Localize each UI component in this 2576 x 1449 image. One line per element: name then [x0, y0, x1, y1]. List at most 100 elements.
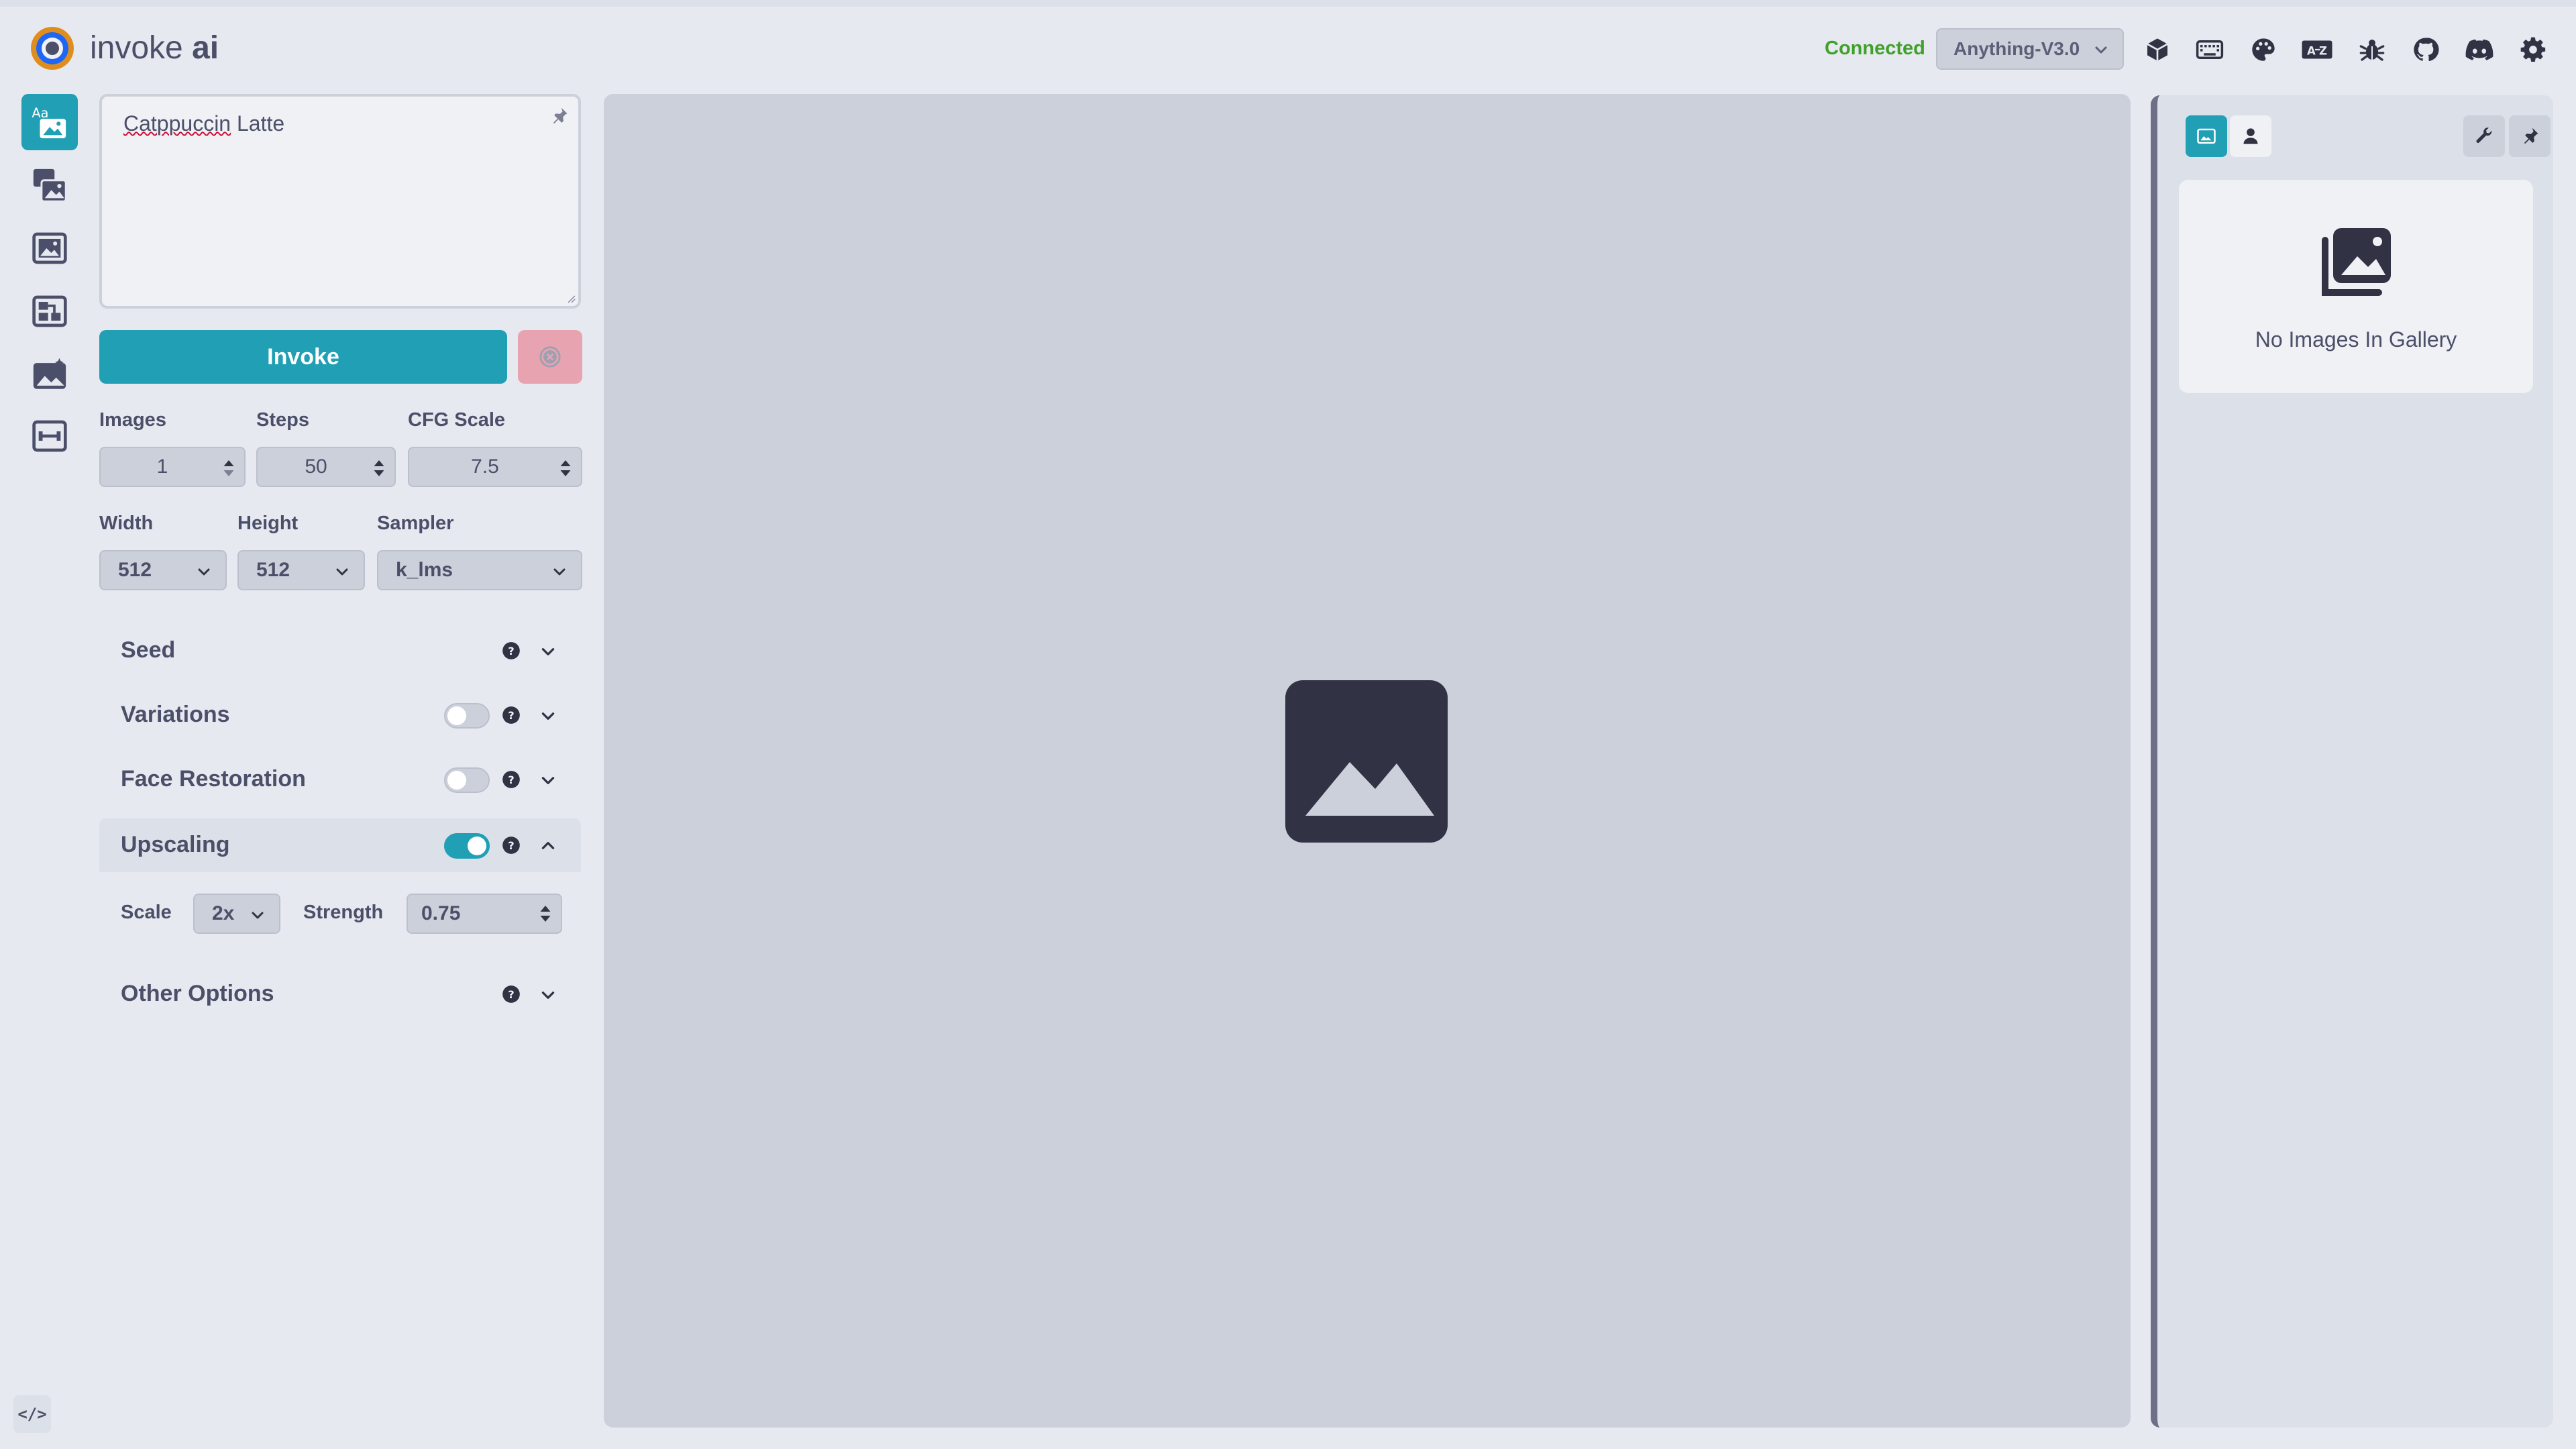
- model-select-value: Anything-V3.0: [1953, 38, 2080, 59]
- strength-value: 0.75: [421, 902, 461, 924]
- images-icon: [2322, 228, 2391, 296]
- seed-title: Seed: [121, 637, 176, 663]
- height-select[interactable]: 512: [237, 550, 365, 590]
- chevron-down-icon: [2095, 46, 2107, 54]
- image-preview-area: [604, 94, 2131, 1428]
- brand-bold: ai: [192, 30, 219, 66]
- gallery-pin-button[interactable]: [2509, 115, 2551, 157]
- bug-icon[interactable]: [2355, 32, 2390, 67]
- accordion-upscaling[interactable]: Upscaling ?: [99, 818, 581, 872]
- image-placeholder-icon: [1285, 680, 1448, 843]
- width-value: 512: [118, 559, 152, 581]
- chevron-down-icon: [198, 568, 210, 576]
- text-to-image-icon: Aa: [32, 105, 66, 139]
- face-restoration-toggle[interactable]: [444, 767, 490, 793]
- sampler-value: k_lms: [396, 559, 453, 581]
- other-options-title: Other Options: [121, 981, 274, 1006]
- width-label: Width: [99, 513, 154, 534]
- resize-handle-icon[interactable]: [565, 292, 576, 303]
- gallery-empty-text: No Images In Gallery: [2255, 327, 2457, 352]
- model-select[interactable]: Anything-V3.0: [1936, 28, 2124, 70]
- tab-image-to-image[interactable]: [21, 157, 78, 213]
- code-icon: </>: [17, 1405, 47, 1424]
- accordion-face-restoration[interactable]: Face Restoration ?: [99, 753, 581, 806]
- prompt-input[interactable]: Catppuccin Latte: [99, 94, 581, 309]
- sampler-label: Sampler: [377, 513, 454, 534]
- tab-text-to-image[interactable]: Aa: [21, 94, 78, 150]
- strength-input[interactable]: 0.75: [407, 894, 562, 934]
- chevron-up-icon: [541, 842, 555, 849]
- scale-value: 2x: [212, 902, 235, 924]
- variations-toggle[interactable]: [444, 703, 490, 729]
- tab-nodes[interactable]: [21, 283, 78, 339]
- svg-text:Aa: Aa: [32, 105, 48, 121]
- chevron-down-icon: [553, 568, 566, 576]
- scale-label: Scale: [121, 902, 172, 923]
- help-icon[interactable]: ?: [502, 770, 521, 789]
- gallery-panel: No Images In Gallery: [2151, 95, 2553, 1428]
- help-icon[interactable]: ?: [502, 706, 521, 724]
- width-select[interactable]: 512: [99, 550, 227, 590]
- language-icon[interactable]: AZ: [2300, 32, 2334, 67]
- prompt-text: Catppuccin Latte: [123, 111, 284, 136]
- image-to-image-icon: [33, 168, 67, 203]
- variations-title: Variations: [121, 702, 230, 727]
- pin-icon[interactable]: [549, 106, 569, 126]
- cfg-scale-input[interactable]: 7.5: [408, 447, 582, 487]
- github-icon[interactable]: [2408, 32, 2443, 67]
- help-icon[interactable]: ?: [502, 836, 521, 855]
- steps-input[interactable]: 50: [256, 447, 396, 487]
- svg-text:?: ?: [508, 645, 514, 657]
- unified-canvas-icon: [32, 232, 67, 264]
- steps-value: 50: [305, 455, 327, 478]
- model-manager-icon[interactable]: [2140, 32, 2175, 67]
- chevron-down-icon: [541, 991, 555, 999]
- invoke-button[interactable]: Invoke: [99, 330, 507, 384]
- accordion-variations[interactable]: Variations ?: [99, 688, 581, 742]
- help-icon[interactable]: ?: [502, 985, 521, 1004]
- height-label: Height: [237, 513, 299, 534]
- dev-tools-button[interactable]: </>: [13, 1395, 51, 1433]
- stepper-icon[interactable]: [539, 904, 551, 923]
- cancel-icon: [539, 346, 561, 368]
- chevron-down-icon: [252, 912, 264, 919]
- stepper-icon[interactable]: [559, 459, 572, 478]
- help-icon[interactable]: ?: [502, 641, 521, 660]
- chevron-down-icon: [336, 568, 348, 576]
- height-value: 512: [256, 559, 290, 581]
- cfg-scale-value: 7.5: [471, 455, 499, 478]
- svg-text:Z: Z: [2319, 45, 2327, 58]
- top-strip: [0, 0, 2576, 7]
- scale-select[interactable]: 2x: [193, 894, 280, 934]
- palette-icon[interactable]: [2246, 32, 2281, 67]
- images-label: Images: [99, 409, 166, 431]
- training-icon: [32, 420, 67, 452]
- image-icon: [2197, 128, 2216, 144]
- chevron-down-icon: [541, 648, 555, 655]
- tab-unified-canvas[interactable]: [21, 220, 78, 276]
- pin-icon: [2524, 127, 2538, 144]
- face-restoration-title: Face Restoration: [121, 766, 306, 792]
- settings-icon[interactable]: [2516, 32, 2551, 67]
- sampler-select[interactable]: k_lms: [377, 550, 582, 590]
- images-input[interactable]: 1: [99, 447, 246, 487]
- keyboard-icon[interactable]: [2192, 32, 2227, 67]
- gallery-settings-button[interactable]: [2463, 115, 2505, 157]
- gallery-images-tab[interactable]: [2186, 115, 2227, 157]
- stepper-icon[interactable]: [223, 459, 235, 478]
- upscaling-panel: Scale 2x Strength 0.75: [99, 872, 581, 957]
- accordion-seed[interactable]: Seed ?: [99, 624, 581, 678]
- tab-postprocessing[interactable]: [21, 346, 78, 402]
- discord-icon[interactable]: [2462, 32, 2497, 67]
- gallery-user-tab[interactable]: [2230, 115, 2271, 157]
- postprocessing-icon: [33, 358, 66, 389]
- stepper-icon[interactable]: [373, 459, 385, 478]
- gallery-empty-state: No Images In Gallery: [2179, 180, 2533, 393]
- user-icon: [2243, 128, 2258, 144]
- upscaling-toggle[interactable]: [444, 833, 490, 859]
- accordion-other-options[interactable]: Other Options ?: [99, 967, 581, 1021]
- tab-training[interactable]: [21, 408, 78, 464]
- chevron-down-icon: [541, 777, 555, 784]
- cancel-button[interactable]: [518, 330, 582, 384]
- connection-status: Connected: [1825, 38, 1925, 59]
